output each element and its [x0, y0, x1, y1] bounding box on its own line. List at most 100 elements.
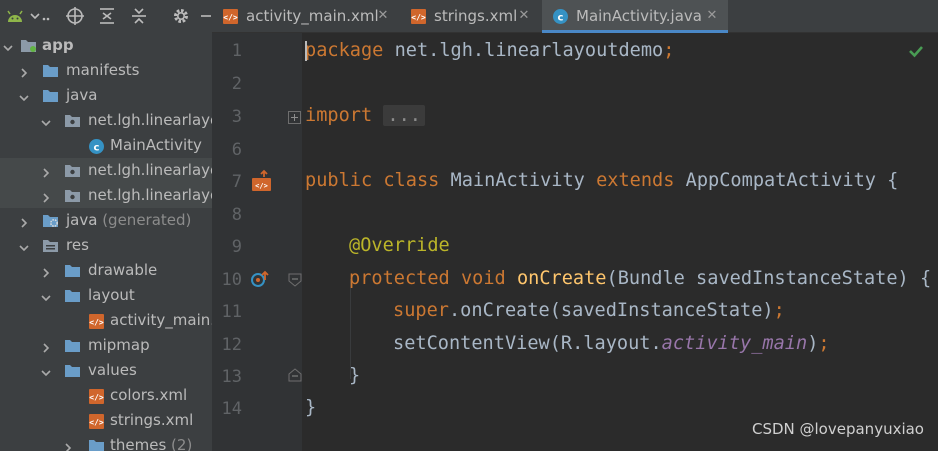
tree-item[interactable]: drawable — [0, 258, 212, 283]
tree-item-label: net.lgh.linearlayo — [88, 186, 212, 205]
chevron-right-icon[interactable] — [18, 64, 30, 78]
java-class-icon: c — [552, 8, 569, 25]
tree-item[interactable]: c MainActivity — [0, 133, 212, 158]
tree-item[interactable]: net.lgh.linearlayo — [0, 183, 212, 208]
package-icon — [64, 113, 81, 128]
activity-layout-icon[interactable]: </> — [250, 169, 274, 193]
close-icon[interactable]: ✕ — [705, 8, 719, 24]
chevron-down-icon[interactable] — [40, 289, 52, 302]
tree-item[interactable]: java — [0, 83, 212, 108]
code-line-1: package net.lgh.linearlayoutdemo; — [305, 34, 674, 67]
checkmark-icon[interactable] — [906, 41, 926, 61]
chevron-right-icon[interactable] — [18, 214, 30, 228]
chevron-right-icon[interactable] — [40, 189, 52, 203]
line-number: 13 — [221, 367, 242, 387]
code-token: } — [349, 365, 361, 386]
code-line-3: import ... — [305, 99, 425, 132]
chevron-right-icon[interactable] — [40, 339, 52, 353]
xml-file-icon: </> — [88, 413, 105, 429]
tree-item-text: layout — [88, 286, 135, 304]
code-token: (Bundle savedInstanceState) { — [606, 268, 932, 289]
tree-item[interactable]: net.lgh.linearlayo — [0, 108, 212, 133]
chevron-down-icon[interactable] — [28, 6, 54, 26]
tree-item-text: drawable — [88, 261, 158, 279]
tree-item-label: layout — [88, 286, 135, 305]
gear-icon[interactable] — [170, 6, 192, 26]
svg-text:</>: </> — [411, 13, 426, 22]
chevron-right-icon[interactable] — [40, 264, 52, 278]
tree-item-label: mipmap — [88, 336, 150, 355]
chevron-down-icon[interactable] — [2, 39, 14, 52]
line-number: 12 — [221, 335, 242, 355]
chevron-down-icon[interactable] — [18, 89, 30, 102]
tree-item-label: app — [42, 36, 74, 55]
tree-item[interactable]: java (generated) — [0, 208, 212, 233]
tab-strings-xml[interactable]: </> strings.xml ✕ — [400, 0, 540, 33]
tree-item-label: manifests — [66, 61, 140, 80]
line-number: 10 — [221, 270, 242, 290]
collapse-all-icon[interactable] — [128, 6, 150, 26]
code-token: ; — [663, 40, 675, 61]
project-panel: app manifests java net.lgh.linearlayo c MainA… — [0, 0, 212, 451]
tab-main-activity-java[interactable]: c MainActivity.java ✕ — [542, 0, 728, 33]
tree-item[interactable]: mipmap — [0, 333, 212, 358]
minimize-icon[interactable] — [200, 6, 212, 26]
chevron-right-icon[interactable] — [62, 439, 74, 451]
res-folder-icon — [42, 238, 59, 253]
tab-label: strings.xml — [434, 7, 518, 25]
tree-item[interactable]: res — [0, 233, 212, 258]
tree-item-suffix: (2) — [166, 436, 193, 451]
tree-item[interactable]: </> activity_main.x — [0, 308, 212, 333]
tree-item-label: net.lgh.linearlayo — [88, 161, 212, 180]
svg-text:c: c — [558, 13, 564, 24]
tree-item[interactable]: app — [0, 33, 212, 58]
code-token: AppCompatActivity { — [674, 170, 899, 191]
tree-item-text: java — [66, 86, 98, 104]
tab-activity-main-xml[interactable]: </> activity_main.xml ✕ — [212, 0, 398, 33]
line-number: 3 — [231, 107, 242, 127]
fold-expand-icon[interactable] — [288, 109, 301, 124]
crosshair-icon[interactable] — [64, 6, 86, 26]
tree-item[interactable]: </> colors.xml — [0, 383, 212, 408]
watermark: CSDN @lovepanyuxiao — [751, 420, 924, 438]
tree-item-label: net.lgh.linearlayo — [88, 111, 212, 130]
line-number: 6 — [231, 140, 242, 160]
tree-item-text: net.lgh.linearlayo — [88, 111, 212, 129]
code-token: onCreate — [516, 268, 607, 289]
generated-folder-icon — [42, 213, 59, 228]
tree-item[interactable]: themes (2) — [0, 433, 212, 451]
chevron-down-icon[interactable] — [40, 364, 52, 377]
tree-item[interactable]: manifests — [0, 58, 212, 83]
code-token: MainActivity — [439, 170, 597, 191]
code-token: extends — [596, 170, 675, 191]
android-icon[interactable] — [4, 6, 26, 26]
tree-item-text: MainActivity — [110, 136, 202, 154]
folder-icon — [42, 63, 59, 78]
code-editor[interactable]: package net.lgh.linearlayoutdemo; import… — [302, 33, 938, 451]
override-marker-icon[interactable] — [250, 269, 272, 289]
folded-imports[interactable]: ... — [383, 105, 425, 126]
tree-item-text: mipmap — [88, 336, 150, 354]
code-token: } — [305, 397, 317, 418]
tree-item-text: res — [66, 236, 89, 254]
tree-item[interactable]: values — [0, 358, 212, 383]
tab-label: MainActivity.java — [576, 7, 702, 25]
chevron-right-icon[interactable] — [40, 164, 52, 178]
close-icon[interactable]: ✕ — [376, 8, 390, 24]
code-token: package — [305, 40, 384, 61]
chevron-down-icon[interactable] — [40, 114, 52, 127]
fold-collapse-icon[interactable] — [288, 272, 302, 287]
tree-item-suffix: (generated) — [97, 211, 192, 229]
chevron-down-icon[interactable] — [18, 239, 30, 252]
tree-item[interactable]: net.lgh.linearlayo — [0, 158, 212, 183]
code-token: setContentView(R.layout. — [393, 333, 662, 354]
code-line-14: } — [305, 391, 316, 424]
fold-end-icon[interactable] — [288, 367, 302, 382]
xml-file-icon: </> — [222, 8, 239, 25]
close-icon[interactable]: ✕ — [517, 8, 531, 24]
expand-all-icon[interactable] — [96, 6, 118, 26]
code-line-12: setContentView(R.layout.activity_main); — [393, 327, 830, 360]
tree-item[interactable]: </> strings.xml — [0, 408, 212, 433]
tree-item[interactable]: layout — [0, 283, 212, 308]
tree-item-label: values — [88, 361, 137, 380]
